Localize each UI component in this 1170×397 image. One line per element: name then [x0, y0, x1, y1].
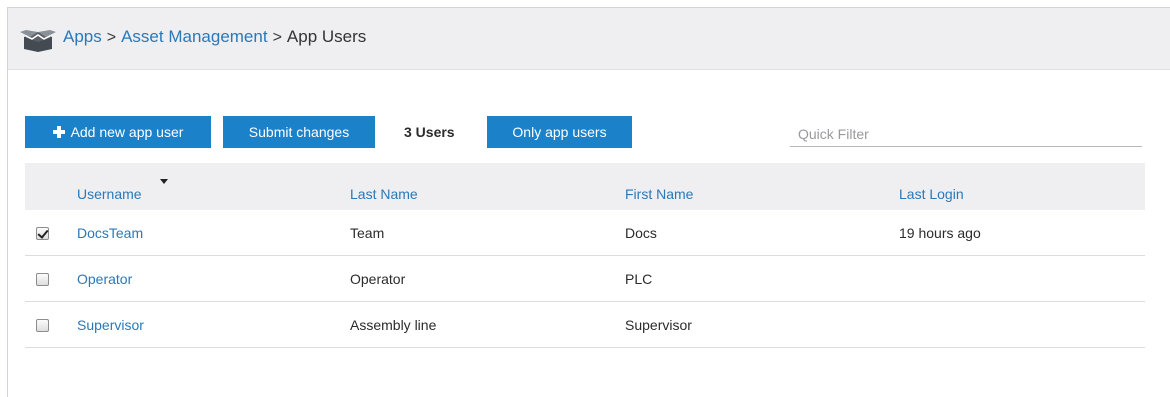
add-app-user-button[interactable]: Add new app user [25, 116, 211, 148]
quick-filter-input[interactable] [790, 122, 1142, 147]
table-header: Username Last Name First Name Last Login [25, 163, 1145, 210]
last-name-cell: Operator [350, 271, 406, 287]
table-row[interactable]: DocsTeam Team Docs 19 hours ago [25, 210, 1145, 256]
breadcrumb-asset-management-link[interactable]: Asset Management [121, 27, 267, 46]
row-checkbox[interactable] [36, 273, 49, 286]
breadcrumb-separator: > [272, 29, 282, 46]
breadcrumb: Apps > Asset Management > App Users [63, 26, 366, 49]
add-app-user-label: Add new app user [70, 124, 184, 140]
page-header: Apps > Asset Management > App Users [8, 8, 1170, 70]
sort-descending-icon [160, 179, 168, 184]
table-row[interactable]: Supervisor Assembly line Supervisor [25, 302, 1145, 348]
submit-changes-button[interactable]: Submit changes [223, 116, 375, 148]
row-checkbox[interactable] [36, 319, 49, 332]
first-name-cell: PLC [625, 271, 653, 287]
username-link[interactable]: DocsTeam [77, 225, 143, 241]
only-app-users-label: Only app users [512, 124, 607, 140]
submit-changes-label: Submit changes [248, 124, 350, 140]
apps-box-icon [20, 30, 56, 52]
users-table: Username Last Name First Name Last Login… [25, 163, 1145, 348]
breadcrumb-separator: > [106, 29, 117, 46]
app-frame: Apps > Asset Management > App Users Add new … [7, 7, 1170, 397]
first-name-cell: Supervisor [625, 317, 692, 333]
username-link[interactable]: Operator [77, 271, 132, 287]
column-header-username[interactable]: Username [77, 186, 142, 202]
row-checkbox[interactable] [36, 227, 49, 240]
column-header-last-login[interactable]: Last Login [899, 186, 964, 202]
last-name-cell: Team [350, 225, 385, 241]
user-count: 3 Users [404, 124, 455, 140]
column-header-last-name[interactable]: Last Name [350, 186, 418, 202]
plus-icon [52, 126, 65, 138]
breadcrumb-current: App Users [286, 27, 367, 46]
breadcrumb-apps-link[interactable]: Apps [63, 27, 102, 46]
column-header-first-name[interactable]: First Name [625, 186, 693, 202]
last-name-cell: Assembly line [350, 317, 437, 333]
first-name-cell: Docs [625, 225, 657, 241]
username-link[interactable]: Supervisor [77, 317, 144, 333]
last-login-cell: 19 hours ago [899, 225, 981, 241]
toolbar: Add new app user Submit changes 3 Users … [25, 116, 1145, 148]
only-app-users-button[interactable]: Only app users [487, 116, 632, 148]
table-row[interactable]: Operator Operator PLC [25, 256, 1145, 302]
